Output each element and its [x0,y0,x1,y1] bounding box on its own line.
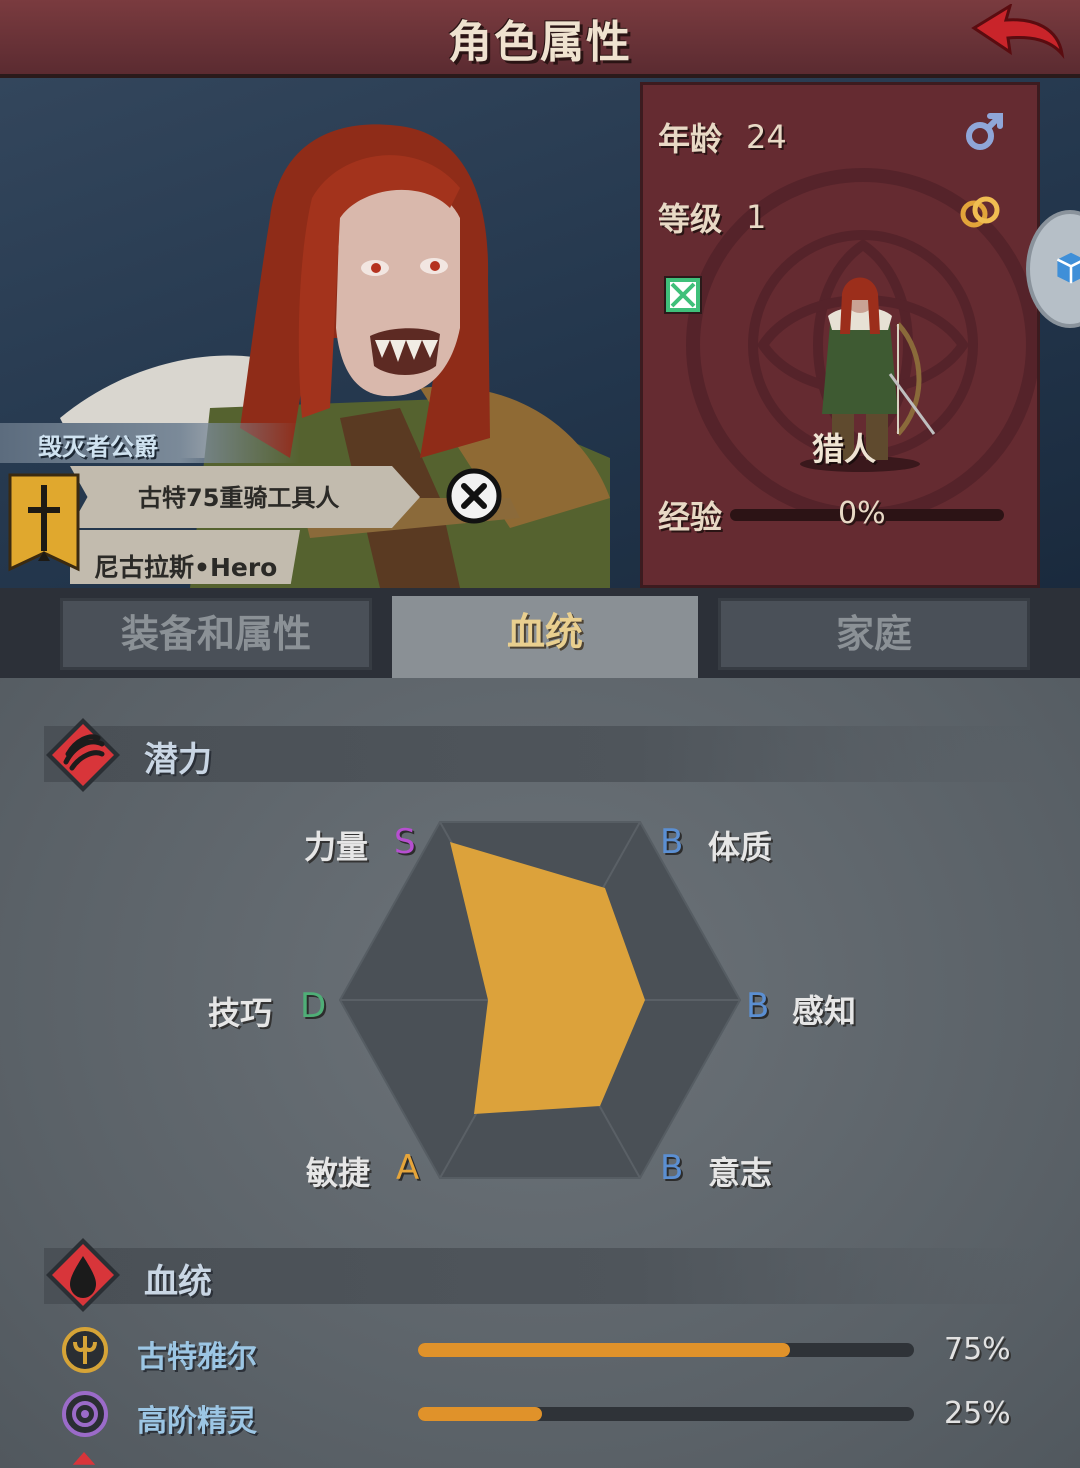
stat-perception-grade: B [746,986,770,1026]
tab-family[interactable]: 家庭 [718,598,1030,670]
lineage-progress-bar [418,1407,914,1421]
character-name[interactable]: 尼古拉斯•Hero [94,548,277,584]
cube-icon [1056,252,1080,284]
lineage-percent: 25% [944,1396,1011,1431]
next-section-marker [72,1452,96,1465]
close-icon[interactable] [446,468,502,524]
stat-strength-grade: S [394,822,416,862]
age-value: 24 [746,118,787,156]
lineage-progress-fill [418,1407,542,1421]
tab-lineage[interactable]: 血统 [392,596,698,684]
age-label: 年龄 [658,120,723,158]
house-banner-icon [8,473,80,572]
potential-title: 潜力 [144,740,212,780]
blood-drop-icon [46,1238,120,1312]
stat-will-label: 意志 [708,1154,773,1192]
class-label: 猎人 [812,430,877,468]
stat-constitution-label: 体质 [708,828,773,866]
gutjar-axe-icon [62,1327,108,1373]
lineage-progress-bar [418,1343,914,1357]
exp-value: 0% [838,496,886,531]
stat-constitution-grade: B [660,822,684,862]
level-value: 1 [746,198,767,236]
page-title: 角色属性 [448,17,632,68]
lineage-name: 高阶精灵 [137,1404,257,1439]
header-bar: 角色属性 [0,0,1080,78]
level-label: 等级 [658,200,723,238]
lineage-title: 血统 [144,1262,212,1302]
male-gender-icon [966,113,1003,150]
stat-strength-label: 力量 [304,828,369,866]
stat-perception-label: 感知 [792,992,857,1030]
stat-agility-grade: A [396,1148,420,1188]
potential-claw-icon [46,718,120,792]
stat-agility-label: 敏捷 [306,1154,371,1192]
lineage-percent: 75% [944,1332,1011,1367]
stat-skill-label: 技巧 [208,994,273,1032]
status-box-icon[interactable] [662,274,704,316]
noble-title: 毁灭者公爵 [38,433,158,461]
lineage-progress-fill [418,1343,790,1357]
stat-skill-grade: D [300,986,327,1026]
exp-label: 经验 [658,498,723,536]
lineage-name: 古特雅尔 [137,1340,257,1375]
tab-equipment-attributes[interactable]: 装备和属性 [60,598,372,670]
wedding-rings-icon[interactable] [956,192,1004,232]
stat-will-grade: B [660,1148,684,1188]
character-nickname[interactable]: 古特75重骑工具人 [138,478,339,513]
back-arrow-icon[interactable] [970,4,1066,66]
high-elf-eye-icon [62,1391,108,1437]
